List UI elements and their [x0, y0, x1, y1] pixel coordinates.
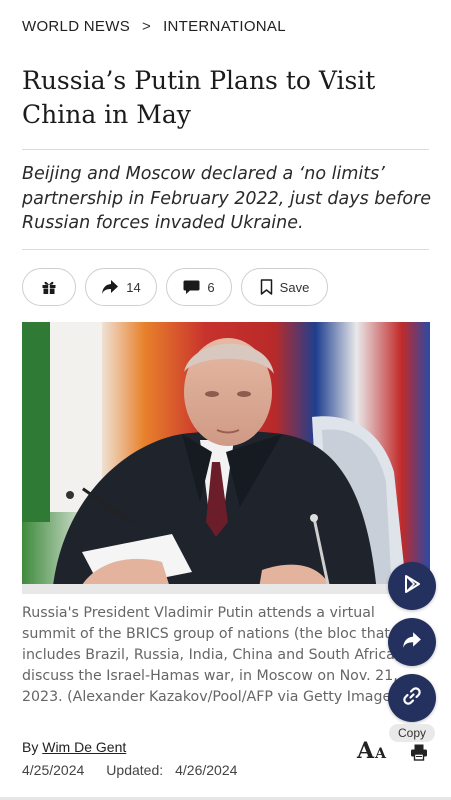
breadcrumb-section[interactable]: WORLD NEWS: [22, 18, 130, 35]
comment-icon: [183, 279, 200, 295]
divider: [22, 249, 429, 250]
share-arrow-icon: [402, 631, 422, 654]
share-arrow-icon: [101, 279, 119, 295]
gift-icon: [41, 279, 57, 295]
print-icon: [410, 744, 428, 765]
breadcrumb-separator: >: [142, 18, 152, 35]
bookmark-icon: [260, 279, 273, 295]
breadcrumb-subsection[interactable]: INTERNATIONAL: [163, 18, 286, 35]
share-button[interactable]: 14: [85, 268, 157, 306]
text-size-icon-small: A: [375, 746, 386, 762]
updated-label: Updated:: [106, 762, 164, 778]
article-actions: 14 6 Save: [22, 268, 328, 306]
updated-date: 4/26/2024: [175, 762, 238, 778]
play-audio-button[interactable]: [388, 562, 436, 610]
article-dates: 4/25/2024 Updated: 4/26/2024: [22, 762, 237, 778]
breadcrumb: WORLD NEWS > INTERNATIONAL: [22, 18, 286, 35]
comment-button[interactable]: 6: [166, 268, 232, 306]
link-icon: [402, 686, 422, 711]
byline-prefix: By: [22, 739, 39, 755]
author-link[interactable]: Wim De Gent: [42, 739, 126, 755]
photo-caption: Russia's President Vladimir Putin attend…: [22, 605, 420, 705]
print-button[interactable]: [410, 743, 428, 766]
play-icon: [402, 574, 422, 599]
share-fab-button[interactable]: [388, 618, 436, 666]
save-button[interactable]: Save: [241, 268, 328, 306]
text-size-button[interactable]: AA: [357, 738, 386, 764]
divider: [22, 149, 429, 150]
save-label: Save: [279, 279, 310, 295]
published-date: 4/25/2024: [22, 762, 85, 778]
byline: By Wim De Gent: [22, 739, 126, 755]
article-subtitle: Beijing and Moscow declared a ‘no limits…: [22, 164, 431, 233]
article-photo: [22, 322, 430, 594]
text-size-icon: A: [357, 738, 375, 764]
gift-button[interactable]: [22, 268, 76, 306]
copy-label[interactable]: Copy: [389, 724, 435, 742]
comment-count: 6: [207, 279, 215, 295]
article-title: Russia’s Putin Plans to Visit China in M…: [22, 66, 376, 129]
copy-link-button[interactable]: [388, 674, 436, 722]
share-count: 14: [126, 279, 141, 295]
